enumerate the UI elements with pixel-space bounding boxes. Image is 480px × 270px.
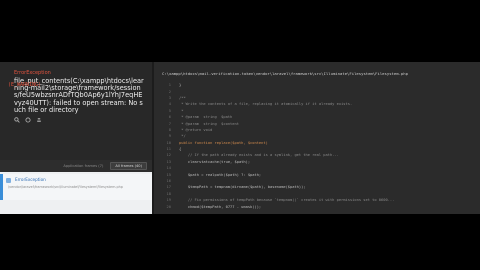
- line-text: /**: [179, 95, 186, 100]
- application-frames-toggle[interactable]: Application frames (7): [59, 163, 107, 169]
- line-number: 1: [168, 83, 171, 88]
- file-path[interactable]: C:\xampp\htdocs\mail-verification-token\…: [162, 71, 408, 76]
- letterbox-top: [0, 0, 480, 62]
- line-text: // Fix permissions of tempPath because `…: [179, 198, 395, 203]
- frames-toolbar: Application frames (7) All frames (40): [0, 160, 152, 172]
- line-number: 14: [166, 166, 171, 171]
- line-number: 17: [166, 185, 171, 190]
- line-text: $path = realpath($path) ?: $path;: [179, 172, 262, 177]
- frame-file: \vendor\laravel\framework\src\Illuminate…: [8, 185, 123, 189]
- line-number: 4: [168, 102, 171, 107]
- frame-item[interactable]: ErrorException \vendor\laravel\framework…: [0, 174, 152, 200]
- exception-class: ErrorException: [14, 70, 51, 76]
- line-text: clearstatcache(true, $path);: [179, 159, 251, 164]
- line-number: 8: [168, 127, 171, 132]
- exception-header: ErrorException (E_WARNING) file_put_cont…: [0, 62, 152, 160]
- line-text: }: [179, 83, 182, 88]
- frames-list: ErrorException \vendor\laravel\framework…: [0, 172, 152, 214]
- line-number: 2: [168, 89, 171, 94]
- line-number: 19: [166, 198, 171, 203]
- code-panel: C:\xampp\htdocs\mail-verification-token\…: [154, 62, 480, 214]
- line-number: 16: [166, 179, 171, 184]
- line-number: 18: [166, 191, 171, 196]
- exception-type: ErrorException (E_WARNING): [8, 70, 144, 88]
- line-number: 15: [166, 172, 171, 177]
- line-number: 3: [168, 95, 171, 100]
- line-number: 13: [166, 159, 171, 164]
- line-text: $tempPath = tempnam(dirname($path), base…: [179, 185, 306, 190]
- letterbox-bottom: [0, 214, 480, 270]
- stack-panel: ErrorException (E_WARNING) file_put_cont…: [0, 62, 152, 214]
- line-text: * Write the contents of a file, replacin…: [179, 102, 353, 107]
- line-text: */: [179, 134, 186, 139]
- line-number: 10: [166, 140, 171, 145]
- line-number: 20: [166, 204, 171, 209]
- line-text: * @return void: [179, 127, 213, 132]
- line-text: public function replace($path, $content): [179, 140, 268, 145]
- line-number: 12: [166, 153, 171, 158]
- code-block: 1} 2 3 /** 4 * Write the contents of a file,…: [162, 82, 480, 214]
- line-number: 6: [168, 115, 171, 120]
- line-number: 5: [168, 108, 171, 113]
- frame-index-badge: [6, 178, 11, 183]
- line-text: * @param string $content: [179, 121, 239, 126]
- line-number: 11: [166, 147, 171, 152]
- all-frames-toggle[interactable]: All frames (40): [110, 162, 147, 170]
- line-number: 9: [168, 134, 171, 139]
- line-text: chmod($tempPath, 0777 - umask());: [179, 204, 262, 209]
- line-text: {: [179, 147, 182, 152]
- code-line: 20 chmod($tempPath, 0777 - umask());: [162, 203, 480, 209]
- line-number: 7: [168, 121, 171, 126]
- frame-class: ErrorException: [15, 177, 46, 182]
- line-text: * @param string $path: [179, 115, 233, 120]
- line-text: // If the path already exists and is a s…: [179, 153, 339, 158]
- line-text: *: [179, 108, 184, 113]
- whoops-error-page: ErrorException (E_WARNING) file_put_cont…: [0, 62, 480, 214]
